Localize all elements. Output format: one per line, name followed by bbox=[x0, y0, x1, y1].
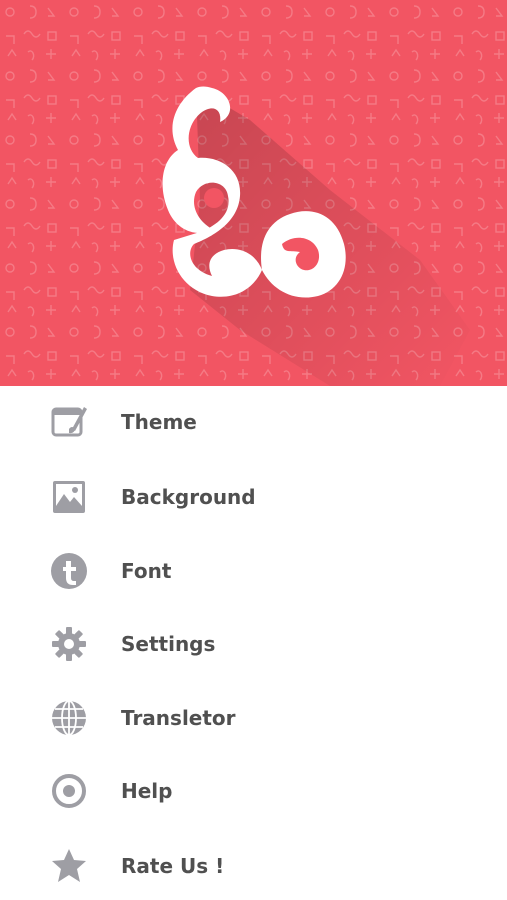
star-icon bbox=[50, 847, 88, 885]
font-icon bbox=[50, 552, 88, 590]
header-artwork bbox=[0, 0, 507, 386]
menu-item-label: Transletor bbox=[121, 706, 236, 730]
menu-item-label: Help bbox=[121, 779, 173, 803]
menu-item-settings[interactable]: Settings bbox=[0, 614, 507, 674]
menu-item-label: Background bbox=[121, 485, 256, 509]
menu-item-font[interactable]: Font bbox=[0, 541, 507, 601]
globe-icon bbox=[50, 699, 88, 737]
help-icon bbox=[50, 772, 88, 810]
menu-item-help[interactable]: Help bbox=[0, 761, 507, 821]
menu-item-rate-us[interactable]: Rate Us ! bbox=[0, 836, 507, 896]
menu-item-label: Theme bbox=[121, 410, 197, 434]
drawer-menu: Theme Background Font Settings Transleto… bbox=[0, 386, 507, 900]
drawer-header bbox=[0, 0, 507, 386]
image-icon bbox=[50, 478, 88, 516]
menu-item-theme[interactable]: Theme bbox=[0, 392, 507, 452]
theme-icon bbox=[50, 403, 88, 441]
menu-item-label: Settings bbox=[121, 632, 216, 656]
menu-item-translator[interactable]: Transletor bbox=[0, 688, 507, 748]
navigation-drawer: Theme Background Font Settings Transleto… bbox=[0, 0, 507, 900]
menu-item-background[interactable]: Background bbox=[0, 467, 507, 527]
gear-icon bbox=[50, 625, 88, 663]
menu-item-label: Font bbox=[121, 559, 172, 583]
menu-item-label: Rate Us ! bbox=[121, 854, 225, 878]
